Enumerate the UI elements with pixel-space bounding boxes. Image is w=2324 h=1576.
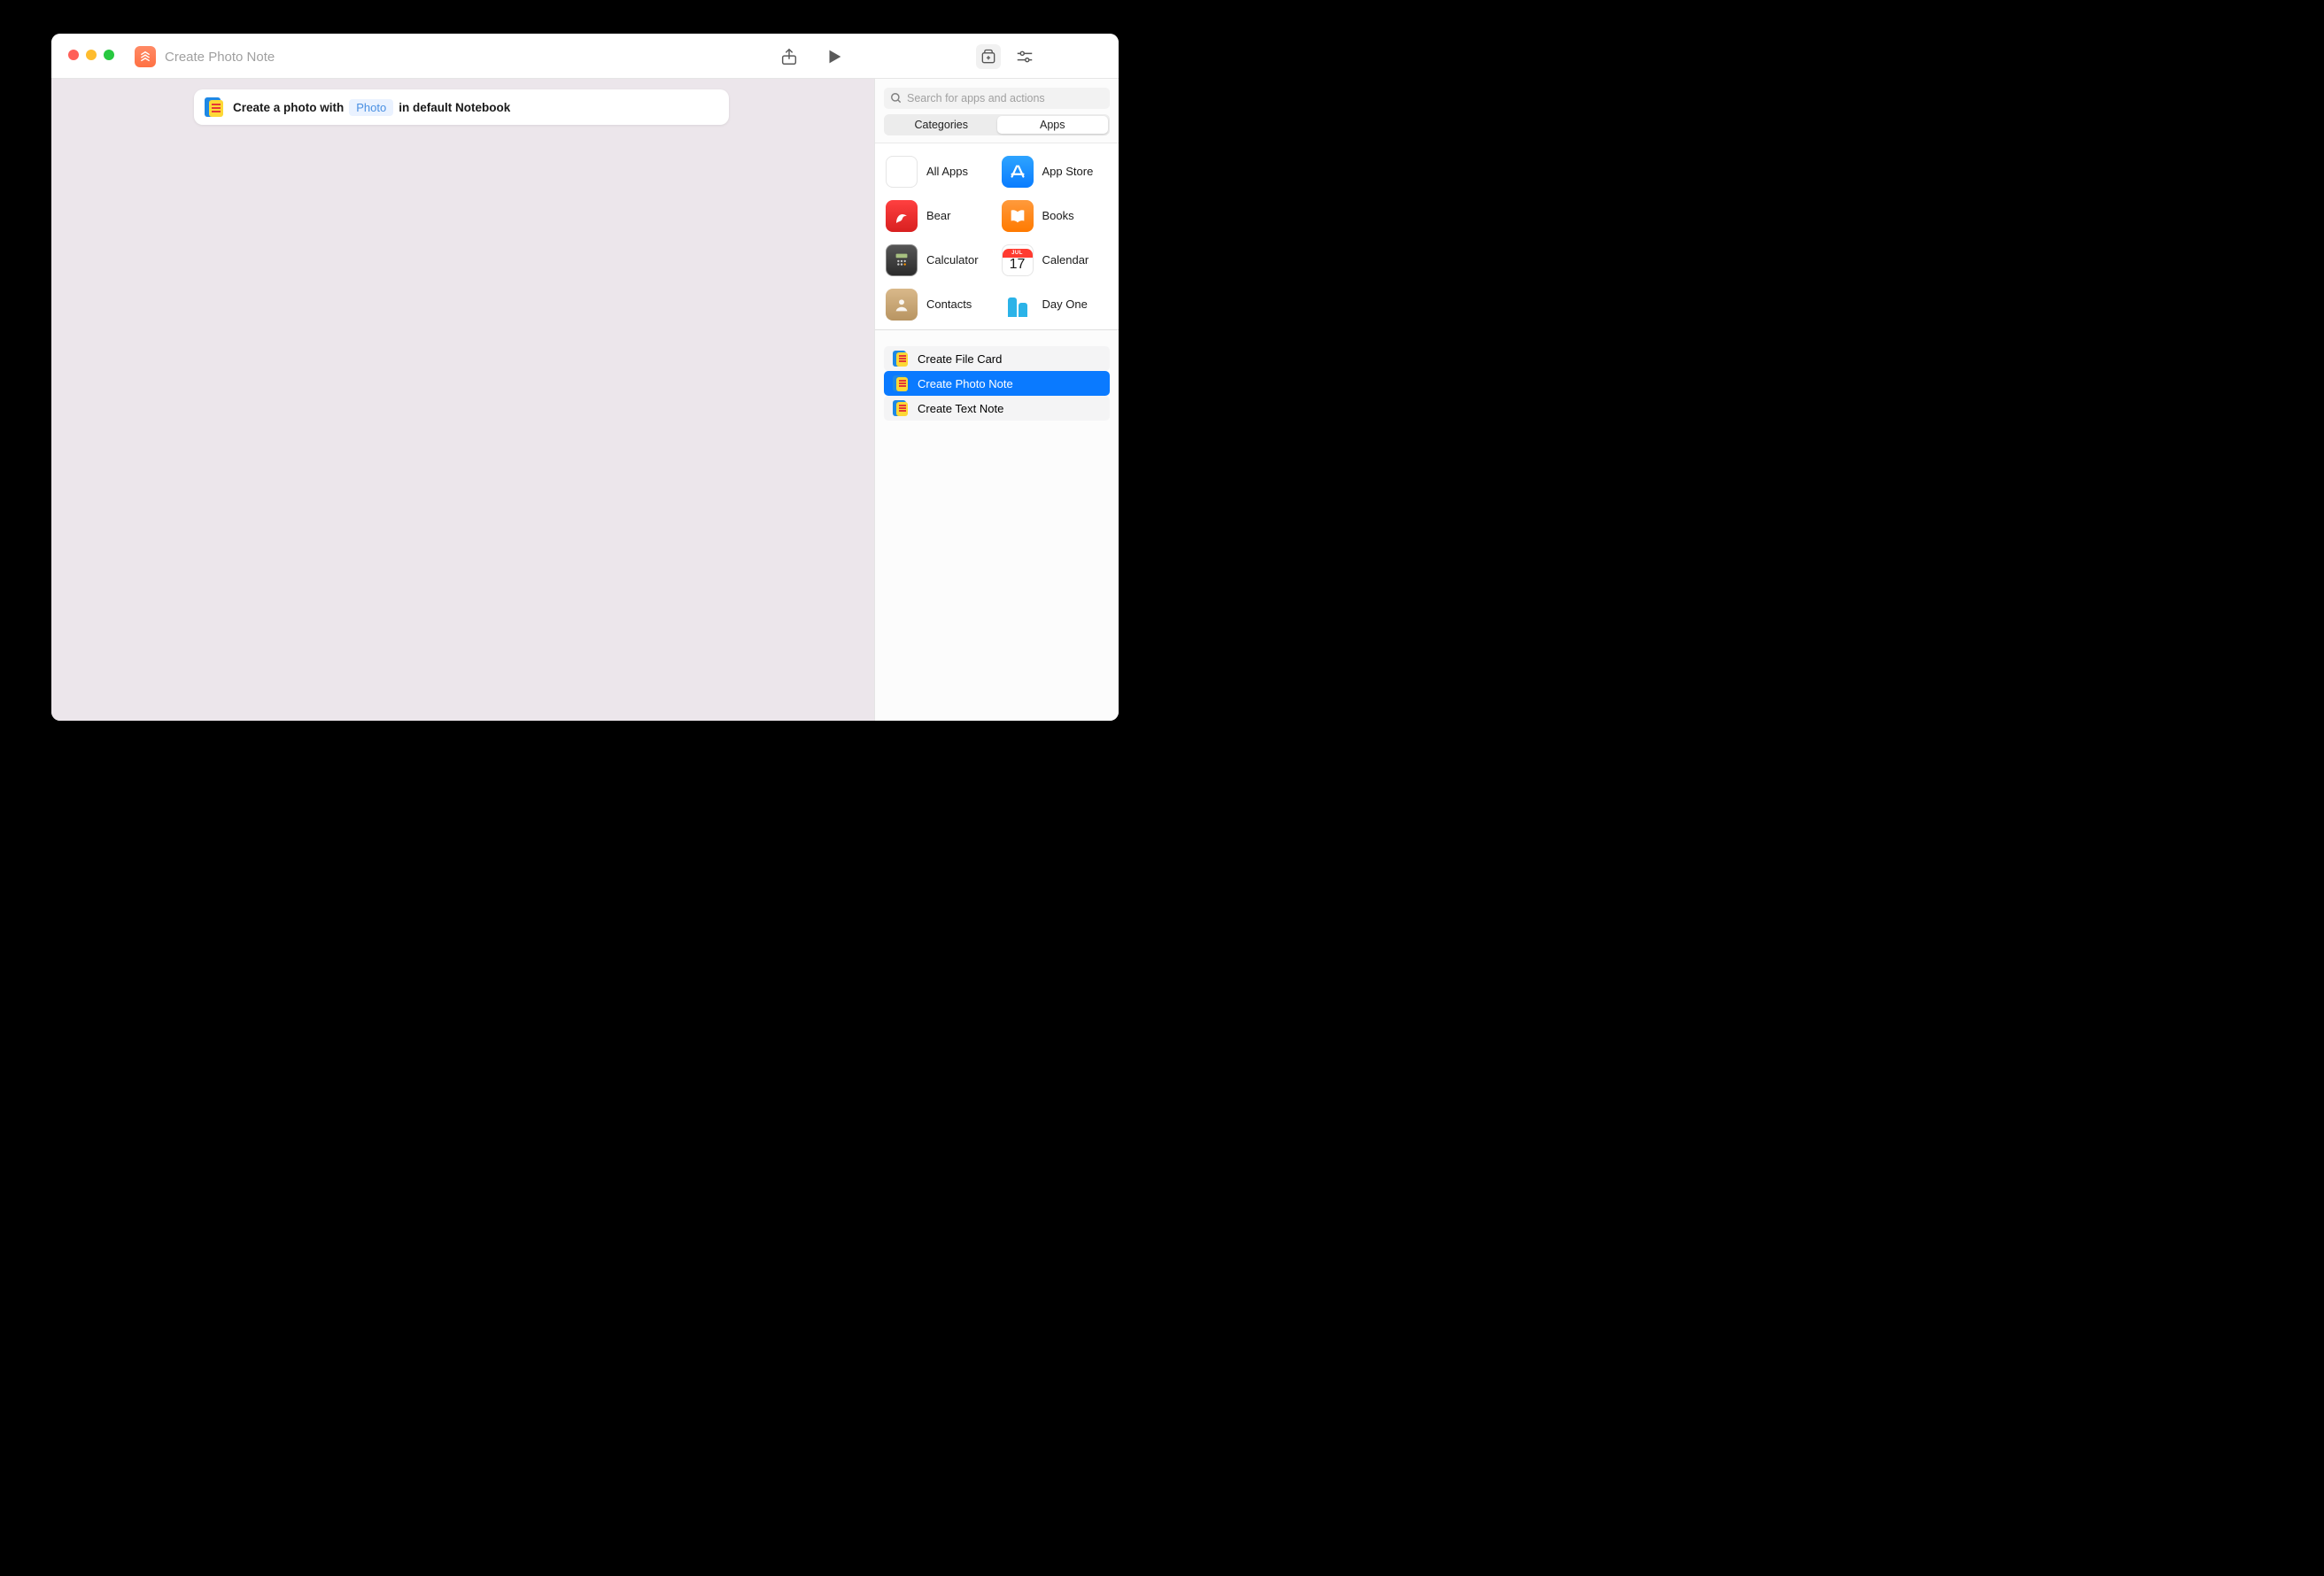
close-window-button[interactable] xyxy=(68,50,79,60)
action-prefix: Create a photo with xyxy=(233,101,344,114)
tab-categories[interactable]: Categories xyxy=(886,116,997,134)
app-actions-list: Create File Card Create Photo Note Creat… xyxy=(875,330,1119,436)
app-label: Books xyxy=(1042,210,1074,223)
day-one-icon xyxy=(1002,289,1034,321)
shortcut-app-icon xyxy=(135,46,156,67)
calculator-icon xyxy=(886,244,918,276)
apps-grid[interactable]: All Apps App Store Bear xyxy=(875,143,1119,330)
settings-toggle-button[interactable] xyxy=(1015,47,1034,66)
app-calendar[interactable]: JUL 17 Calendar xyxy=(1002,244,1109,276)
notebook-app-icon xyxy=(893,375,909,391)
action-label: Create File Card xyxy=(918,352,1002,366)
action-label: Create Text Note xyxy=(918,402,1003,415)
tab-apps[interactable]: Apps xyxy=(997,116,1109,134)
app-bear[interactable]: Bear xyxy=(886,200,993,232)
share-button[interactable] xyxy=(779,47,799,66)
notebook-app-icon xyxy=(205,97,224,117)
app-label: Bear xyxy=(926,210,950,223)
app-label: All Apps xyxy=(926,166,968,179)
action-create-file-card[interactable]: Create File Card xyxy=(884,346,1110,371)
app-contacts[interactable]: Contacts xyxy=(886,289,993,321)
minimize-window-button[interactable] xyxy=(86,50,97,60)
search-input[interactable] xyxy=(884,88,1110,109)
photo-parameter-token[interactable]: Photo xyxy=(349,99,393,116)
app-label: Day One xyxy=(1042,298,1088,312)
app-label: Calculator xyxy=(926,254,979,267)
app-all-apps[interactable]: All Apps xyxy=(886,156,993,188)
bear-icon xyxy=(886,200,918,232)
app-calculator[interactable]: Calculator xyxy=(886,244,993,276)
calendar-icon: JUL 17 xyxy=(1002,244,1034,276)
action-suffix: in default Notebook xyxy=(399,101,510,114)
window-body: Create a photo with Photo in default Not… xyxy=(51,79,1119,721)
app-store-icon xyxy=(1002,156,1034,188)
window-title: Create Photo Note xyxy=(165,50,275,65)
actions-sidebar: Categories Apps All Apps xyxy=(874,79,1119,721)
app-label: App Store xyxy=(1042,166,1094,179)
action-card-create-photo[interactable]: Create a photo with Photo in default Not… xyxy=(194,89,729,125)
shortcuts-editor-window: Create Photo Note Create a photo with Ph… xyxy=(51,34,1119,721)
all-apps-icon xyxy=(886,156,918,188)
app-books[interactable]: Books xyxy=(1002,200,1109,232)
titlebar: Create Photo Note xyxy=(51,34,1119,79)
zoom-window-button[interactable] xyxy=(104,50,114,60)
app-label: Calendar xyxy=(1042,254,1089,267)
workflow-canvas[interactable]: Create a photo with Photo in default Not… xyxy=(51,79,874,721)
notebook-app-icon xyxy=(893,351,909,367)
sidebar-segmented-control: Categories Apps xyxy=(884,114,1110,135)
action-label: Create Photo Note xyxy=(918,377,1013,390)
library-toggle-button[interactable] xyxy=(976,44,1001,69)
app-day-one[interactable]: Day One xyxy=(1002,289,1109,321)
action-summary: Create a photo with Photo in default Not… xyxy=(233,99,510,116)
calendar-day: 17 xyxy=(1010,258,1026,272)
action-create-photo-note[interactable]: Create Photo Note xyxy=(884,371,1110,396)
app-app-store[interactable]: App Store xyxy=(1002,156,1109,188)
notebook-app-icon xyxy=(893,400,909,416)
window-controls xyxy=(68,50,114,60)
books-icon xyxy=(1002,200,1034,232)
run-button[interactable] xyxy=(825,47,844,66)
contacts-icon xyxy=(886,289,918,321)
app-label: Contacts xyxy=(926,298,972,312)
action-create-text-note[interactable]: Create Text Note xyxy=(884,396,1110,421)
